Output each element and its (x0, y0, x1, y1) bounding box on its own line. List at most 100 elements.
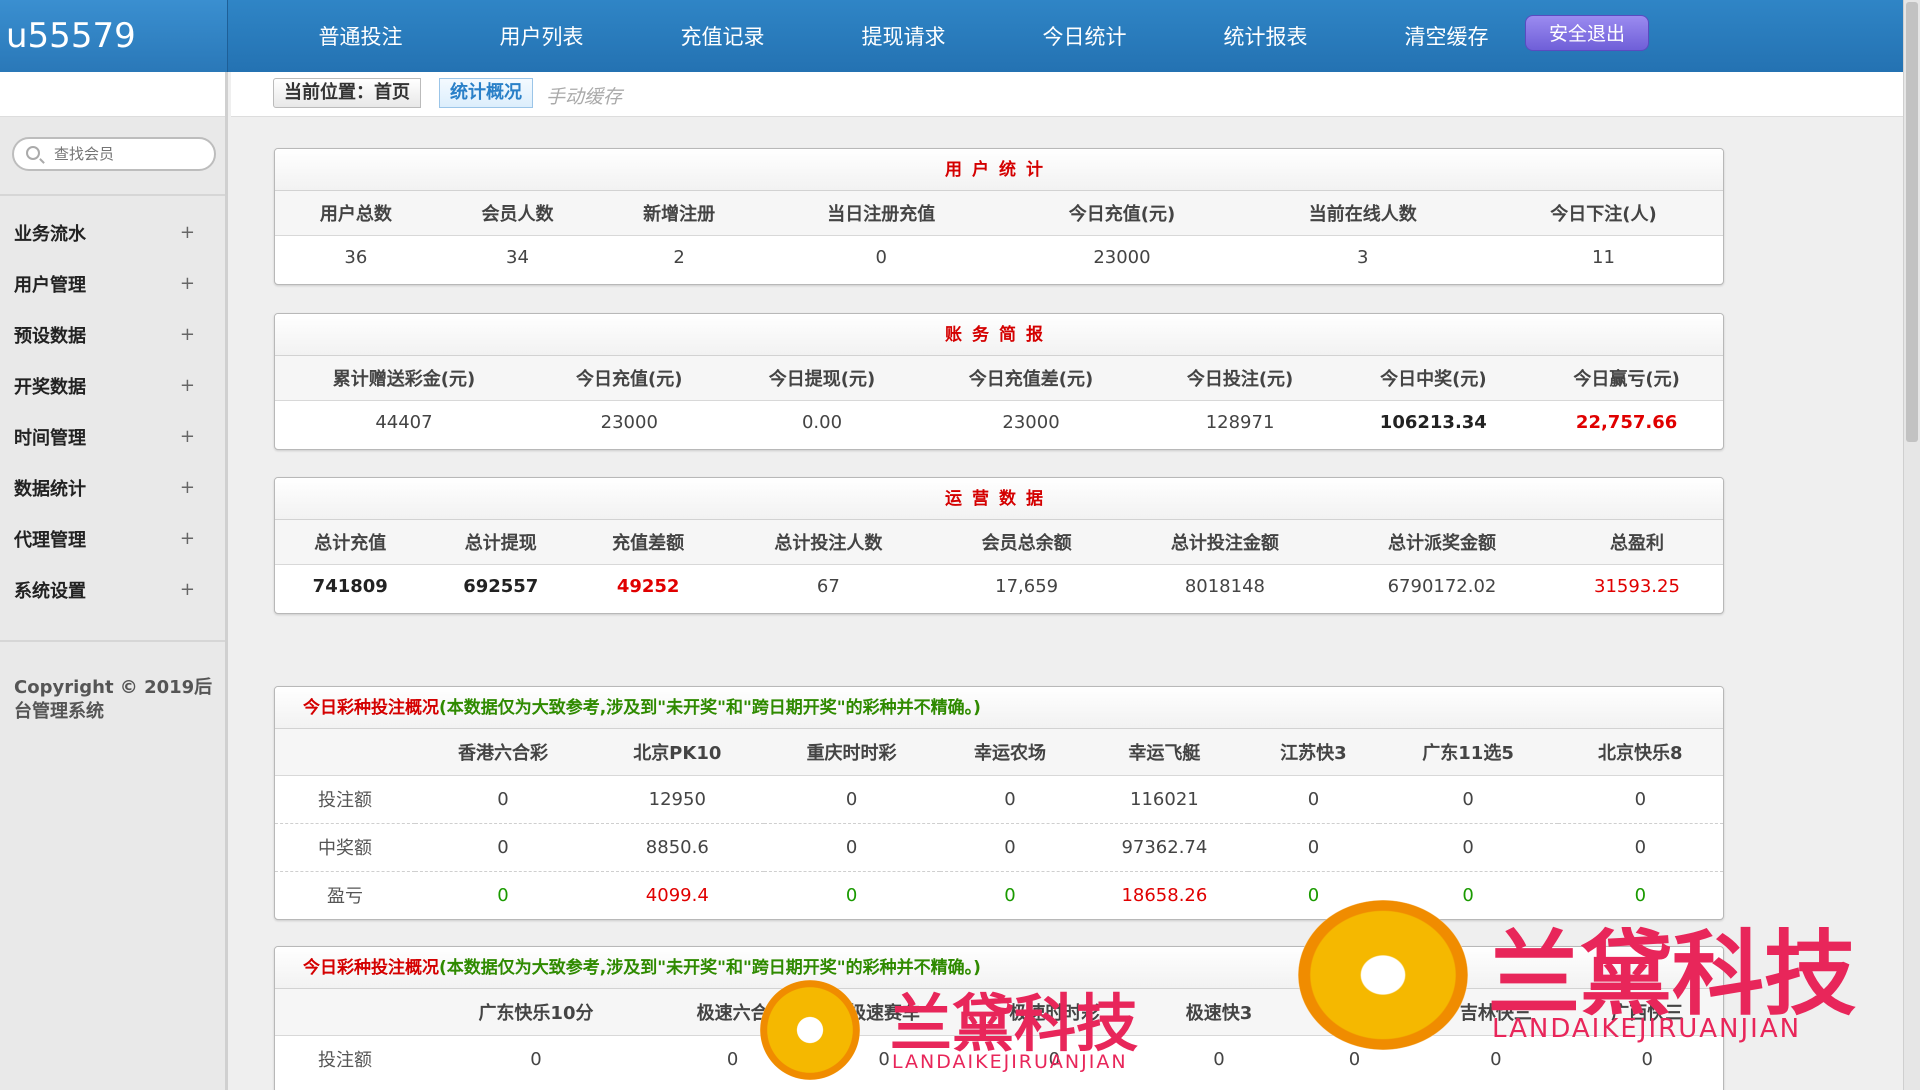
table-header: 当前在线人数 (1241, 191, 1484, 236)
watermark-logo-small: 兰黛科技 LANDAIKEJIRUANJIAN (760, 975, 1160, 1085)
table-cell: 0 (1557, 823, 1723, 872)
table-cell: 18658.26 (1121, 884, 1208, 906)
sidebar-item-user-management[interactable]: 用户管理 + (0, 258, 225, 309)
table-header: 今日中奖(元) (1336, 356, 1531, 401)
operations-table: 总计充值 总计提现 充值差额 总计投注人数 会员总余额 总计投注金额 总计派奖金… (275, 520, 1723, 608)
table-cell: 34 (506, 246, 529, 268)
table-cell: 8018148 (1184, 575, 1265, 597)
app-logo: u55579 (0, 0, 228, 72)
sidebar-item-data-stats[interactable]: 数据统计 + (0, 462, 225, 513)
table-header: 今日赢亏(元) (1530, 356, 1723, 401)
table-cell: 23000 (1002, 411, 1060, 433)
table-cell: 8850.6 (591, 823, 764, 872)
table-cell: 0 (415, 775, 592, 824)
plus-icon: + (179, 273, 195, 294)
table-header: 北京快乐8 (1557, 729, 1723, 776)
row-label: 盈亏 (327, 886, 363, 908)
panel-title: 运营数据 (275, 478, 1723, 520)
sidebar-item-label: 代理管理 (14, 529, 86, 551)
table-cell: 49252 (616, 575, 680, 597)
nav-withdraw-requests[interactable]: 提现请求 (813, 21, 994, 51)
panel-title: 今日彩种投注概况(本数据仅为大致参考,涉及到"未开奖"和"跨日期开奖"的彩种并不… (275, 687, 1723, 729)
watermark-logo-large: 兰黛科技 LANDAIKEJIRUANJIAN (1298, 900, 1898, 1060)
operations-panel: 运营数据 总计充值 总计提现 充值差额 总计投注人数 会员总余额 总计投注金额 … (274, 477, 1724, 614)
table-cell: 0 (939, 823, 1081, 872)
nav-stats-report[interactable]: 统计报表 (1175, 21, 1356, 51)
lottery-overview-panel: 今日彩种投注概况(本数据仅为大致参考,涉及到"未开奖"和"跨日期开奖"的彩种并不… (274, 686, 1724, 920)
watermark-emblem-icon (760, 980, 860, 1080)
table-cell: 692557 (463, 575, 539, 597)
page-scrollbar[interactable] (1903, 0, 1920, 1090)
plus-icon: + (179, 324, 195, 345)
table-header: 总计提现 (425, 520, 577, 565)
user-stats-table: 用户总数 会员人数 新增注册 当日注册充值 今日充值(元) 当前在线人数 今日下… (275, 191, 1723, 279)
member-search[interactable] (12, 137, 216, 171)
table-header: 今日充值(元) (532, 356, 726, 401)
table-cell: 0 (1557, 775, 1723, 824)
table-cell: 2 (673, 246, 685, 268)
table-header: 总计投注金额 (1116, 520, 1334, 565)
watermark-emblem-icon (1298, 900, 1468, 1050)
manual-cache-link[interactable]: 手动缓存 (546, 82, 622, 109)
top-nav: 普通投注 用户列表 充值记录 提现请求 今日统计 统计报表 清空缓存 (270, 0, 1537, 72)
table-cell: 22,757.66 (1575, 411, 1678, 433)
table-header: 用户总数 (275, 191, 437, 236)
table-header: 总计充值 (275, 520, 426, 565)
sidebar-menu: 业务流水 + 用户管理 + 预设数据 + 开奖数据 + 时间管理 + 数据统计 + 代理管理… (0, 207, 225, 615)
scrollbar-thumb[interactable] (1906, 2, 1918, 442)
nav-user-list[interactable]: 用户列表 (451, 21, 632, 51)
breadcrumb-current[interactable]: 统计概况 (439, 78, 533, 108)
nav-normal-bet[interactable]: 普通投注 (270, 21, 451, 51)
table-row: 中奖额 0 8850.6 0 0 97362.74 0 0 0 (275, 823, 1723, 872)
table-header: 会员总余额 (936, 520, 1117, 565)
table-header: 总计投注人数 (720, 520, 937, 565)
table-header: 总盈利 (1550, 520, 1723, 565)
table-header: 北京PK10 (591, 729, 764, 776)
row-label: 投注额 (275, 775, 415, 824)
table-header: 江苏快3 (1248, 729, 1379, 776)
table-header: 幸运农场 (939, 729, 1081, 776)
sidebar-item-label: 系统设置 (14, 580, 86, 602)
panel-title: 账务简报 (275, 314, 1723, 356)
sidebar-item-business-flow[interactable]: 业务流水 + (0, 207, 225, 258)
table-header: 总计派奖金额 (1333, 520, 1551, 565)
sidebar-item-label: 预设数据 (14, 325, 86, 347)
table-cell: 0 (1378, 823, 1558, 872)
table-cell: 0 (875, 246, 887, 268)
sidebar-item-agent-management[interactable]: 代理管理 + (0, 513, 225, 564)
sidebar-item-preset-data[interactable]: 预设数据 + (0, 309, 225, 360)
table-cell: 0 (1248, 823, 1379, 872)
sidebar-item-time-management[interactable]: 时间管理 + (0, 411, 225, 462)
table-cell: 23000 (600, 411, 658, 433)
table-cell: 0 (1004, 884, 1016, 906)
table-cell: 3 (1356, 246, 1369, 268)
nav-recharge-records[interactable]: 充值记录 (632, 21, 813, 51)
table-cell: 0 (415, 823, 592, 872)
table-header: 累计赠送彩金(元) (275, 356, 533, 401)
plus-icon: + (179, 222, 195, 243)
sidebar-item-draw-data[interactable]: 开奖数据 + (0, 360, 225, 411)
panel-title-main: 今日彩种投注概况 (303, 698, 439, 718)
row-label: 投注额 (318, 1050, 372, 1072)
account-brief-table: 累计赠送彩金(元) 今日充值(元) 今日提现(元) 今日充值差(元) 今日投注(… (275, 356, 1723, 444)
table-header: 广东快乐10分 (415, 989, 657, 1036)
table-cell: 67 (816, 575, 840, 597)
sidebar-item-label: 用户管理 (14, 274, 86, 296)
table-header (275, 729, 415, 776)
logout-button[interactable]: 安全退出 (1525, 15, 1649, 51)
breadcrumb-home[interactable]: 当前位置：首页 (273, 78, 421, 108)
table-cell: 0 (497, 884, 509, 906)
table-header: 充值差额 (576, 520, 721, 565)
table-cell: 4099.4 (645, 884, 709, 906)
lottery-overview-table: 香港六合彩 北京PK10 重庆时时彩 幸运农场 幸运飞艇 江苏快3 广东11选5… (275, 729, 1723, 919)
member-search-input[interactable] (54, 143, 204, 165)
table-cell: 6790172.02 (1387, 575, 1497, 597)
table-header: 今日投注(元) (1143, 356, 1337, 401)
table-header (275, 989, 415, 1036)
table-header: 香港六合彩 (415, 729, 592, 776)
sidebar-item-system-settings[interactable]: 系统设置 + (0, 564, 225, 615)
nav-today-stats[interactable]: 今日统计 (994, 21, 1175, 51)
nav-clear-cache[interactable]: 清空缓存 (1356, 21, 1537, 51)
table-header: 新增注册 (598, 191, 760, 236)
table-cell: 17,659 (995, 575, 1059, 597)
